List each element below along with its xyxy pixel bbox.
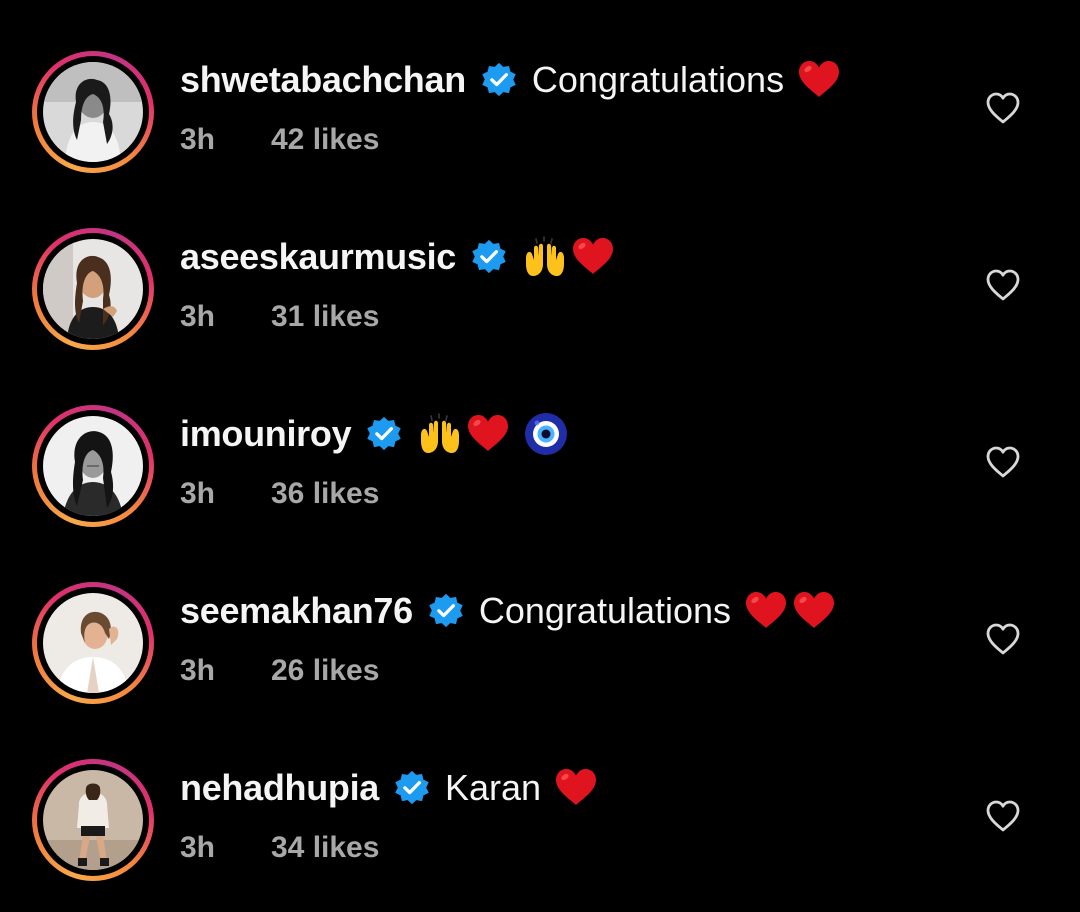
avatar[interactable]: [43, 62, 143, 162]
verified-badge-icon: [480, 61, 518, 99]
comment-username[interactable]: nehadhupia: [180, 767, 379, 809]
heart-outline-icon[interactable]: [983, 442, 1023, 482]
comment-timestamp: 3h: [180, 300, 216, 333]
comment-like-count[interactable]: 36 likes: [271, 477, 379, 511]
red-heart-emoji-icon: [796, 57, 842, 103]
avatar-image: [43, 593, 143, 693]
avatar-image: [43, 770, 143, 870]
heart-outline-icon[interactable]: [983, 265, 1023, 305]
avatar-story-ring[interactable]: [32, 228, 154, 350]
avatar[interactable]: [43, 416, 143, 516]
red-heart-emoji-icon: [743, 588, 789, 634]
comment-like-count[interactable]: 42 likes: [271, 123, 379, 157]
verified-badge-icon: [365, 415, 403, 453]
comment-timestamp: 3h: [180, 477, 216, 510]
comment-text: Karan: [445, 767, 542, 808]
comment-timestamp: 3h: [180, 654, 216, 687]
comment-username[interactable]: shwetabachchan: [180, 59, 466, 101]
avatar-story-ring[interactable]: [32, 405, 154, 527]
avatar[interactable]: [43, 239, 143, 339]
avatar-story-ring[interactable]: [32, 582, 154, 704]
verified-badge-icon: [470, 238, 508, 276]
red-heart-emoji-icon: [553, 765, 599, 811]
comment-username[interactable]: seemakhan76: [180, 590, 413, 632]
comment-item: nehadhupia Karan 3h 34 likes: [0, 730, 1080, 907]
comment-like-count[interactable]: 34 likes: [271, 831, 379, 865]
verified-badge-icon: [393, 769, 431, 807]
avatar-story-ring[interactable]: [32, 51, 154, 173]
comment-like-count[interactable]: 31 likes: [271, 300, 379, 334]
raising-hands-emoji-icon: [417, 411, 463, 457]
heart-outline-icon[interactable]: [983, 619, 1023, 659]
red-heart-emoji-icon: [465, 411, 511, 457]
heart-outline-icon[interactable]: [983, 796, 1023, 836]
avatar-image: [43, 62, 143, 162]
comment-username[interactable]: aseeskaurmusic: [180, 236, 456, 278]
comment-text: Congratulations: [478, 590, 732, 631]
avatar-image: [43, 416, 143, 516]
comment-text: Congratulations: [531, 59, 785, 100]
verified-badge-icon: [427, 592, 465, 630]
avatar[interactable]: [43, 593, 143, 693]
comment-list: shwetabachchan Congratulations 3h 42 lik…: [0, 0, 1080, 912]
avatar-image: [43, 239, 143, 339]
red-heart-emoji-icon: [570, 234, 616, 280]
comment-username[interactable]: imouniroy: [180, 413, 352, 455]
comment-item: seemakhan76 Congratulations 3h 26 likes: [0, 553, 1080, 730]
comment-timestamp: 3h: [180, 831, 216, 864]
nazar-amulet-emoji-icon: [523, 411, 569, 457]
avatar-story-ring[interactable]: [32, 759, 154, 881]
comment-item: aseeskaurmusic 3h 31 likes: [0, 199, 1080, 376]
comment-like-count[interactable]: 26 likes: [271, 654, 379, 688]
comment-item: imouniroy 3h 36 likes: [0, 376, 1080, 553]
avatar[interactable]: [43, 770, 143, 870]
comment-timestamp: 3h: [180, 123, 216, 156]
comment-item: shwetabachchan Congratulations 3h 42 lik…: [0, 22, 1080, 199]
red-heart-emoji-icon: [791, 588, 837, 634]
heart-outline-icon[interactable]: [983, 88, 1023, 128]
raising-hands-emoji-icon: [522, 234, 568, 280]
